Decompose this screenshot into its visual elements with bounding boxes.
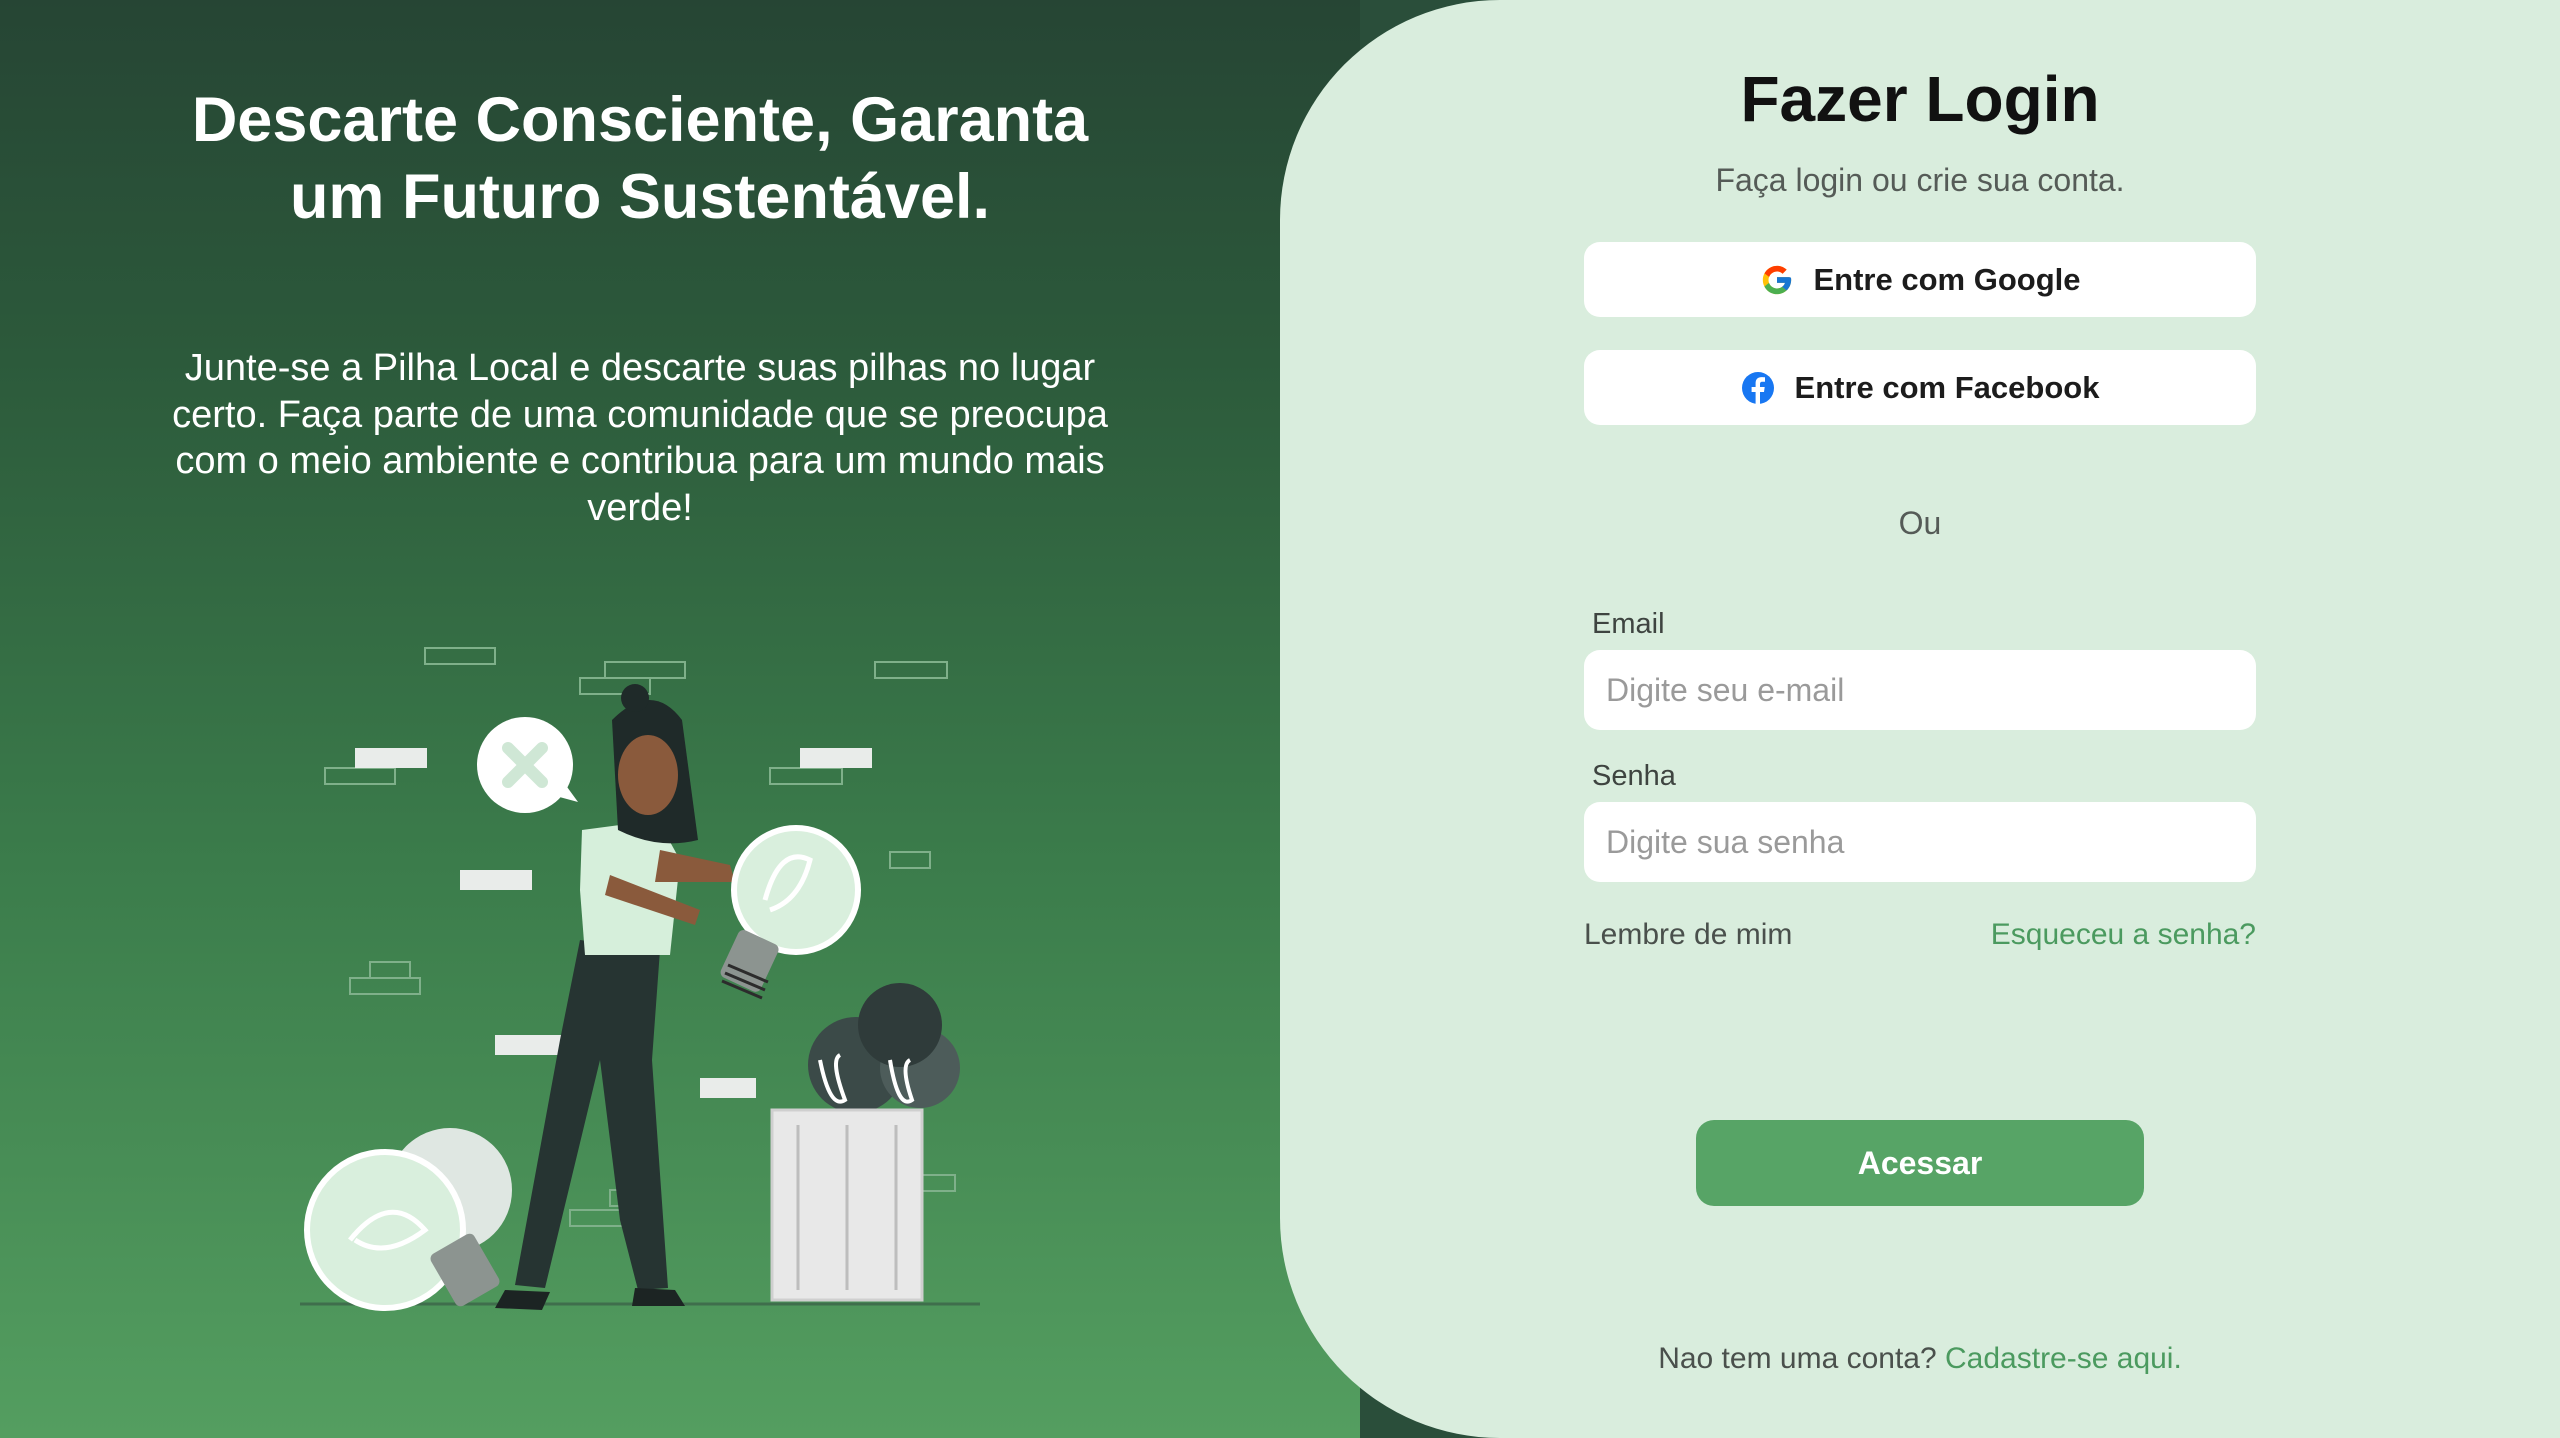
google-icon bbox=[1760, 263, 1794, 297]
crate-with-bulbs bbox=[770, 983, 960, 1302]
speech-bubble-icon bbox=[477, 717, 578, 813]
recycling-illustration bbox=[300, 647, 980, 1311]
login-subtitle: Faça login ou crie sua conta. bbox=[1715, 162, 2125, 198]
held-bulb bbox=[720, 825, 861, 1000]
login-title: Fazer Login bbox=[1740, 63, 2100, 135]
facebook-login-button[interactable]: Entre com Facebook bbox=[1584, 350, 2256, 425]
email-field[interactable] bbox=[1584, 650, 2256, 730]
facebook-icon bbox=[1741, 371, 1775, 405]
email-label: Email bbox=[1592, 608, 1665, 640]
password-field[interactable] bbox=[1584, 802, 2256, 882]
hero-headline: Descarte Consciente, Garanta um Futuro S… bbox=[191, 85, 1089, 232]
google-login-button[interactable]: Entre com Google bbox=[1584, 242, 2256, 317]
hero-description: Junte-se a Pilha Local e descarte suas p… bbox=[172, 347, 1108, 529]
google-login-label: Entre com Google bbox=[1813, 261, 2081, 297]
signup-link[interactable]: Cadastre-se aqui. bbox=[1945, 1342, 2182, 1375]
forgot-password-link[interactable]: Esqueceu a senha? bbox=[1900, 918, 2256, 952]
hero-panel: Descarte Consciente, Garanta um Futuro S… bbox=[0, 0, 1360, 1438]
signup-prompt-text: Nao tem uma conta? bbox=[1658, 1342, 1937, 1375]
divider-or: Ou bbox=[1898, 505, 1942, 541]
bulbs-on-ground bbox=[304, 1128, 512, 1311]
signup-prompt: Nao tem uma conta? Cadastre-se aqui. bbox=[1280, 1342, 2560, 1376]
remember-me[interactable]: Lembre de mim bbox=[1584, 918, 1792, 952]
facebook-login-label: Entre com Facebook bbox=[1794, 369, 2100, 405]
submit-button[interactable]: Acessar bbox=[1696, 1120, 2144, 1206]
password-label: Senha bbox=[1592, 760, 1676, 792]
